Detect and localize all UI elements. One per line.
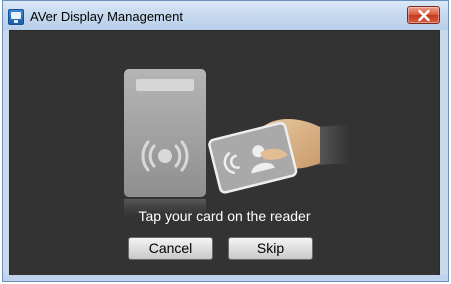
- cancel-button[interactable]: Cancel: [128, 237, 213, 260]
- skip-button[interactable]: Skip: [228, 237, 313, 260]
- window-frame-bottom: [3, 275, 448, 281]
- close-icon: [418, 10, 430, 21]
- title-bar[interactable]: AVer Display Management: [3, 1, 448, 30]
- contactless-card-icon: [208, 121, 298, 194]
- dialog-content: Tap your card on the reader Cancel Skip: [9, 30, 440, 277]
- card-tap-illustration: [124, 69, 350, 221]
- card-reader-icon: [124, 69, 206, 221]
- close-button[interactable]: [407, 6, 440, 24]
- tap-card-prompt: Tap your card on the reader: [138, 208, 311, 224]
- app-icon: [8, 9, 24, 25]
- window-title: AVer Display Management: [30, 9, 183, 24]
- app-window: AVer Display Management Tap your card on…: [2, 0, 449, 282]
